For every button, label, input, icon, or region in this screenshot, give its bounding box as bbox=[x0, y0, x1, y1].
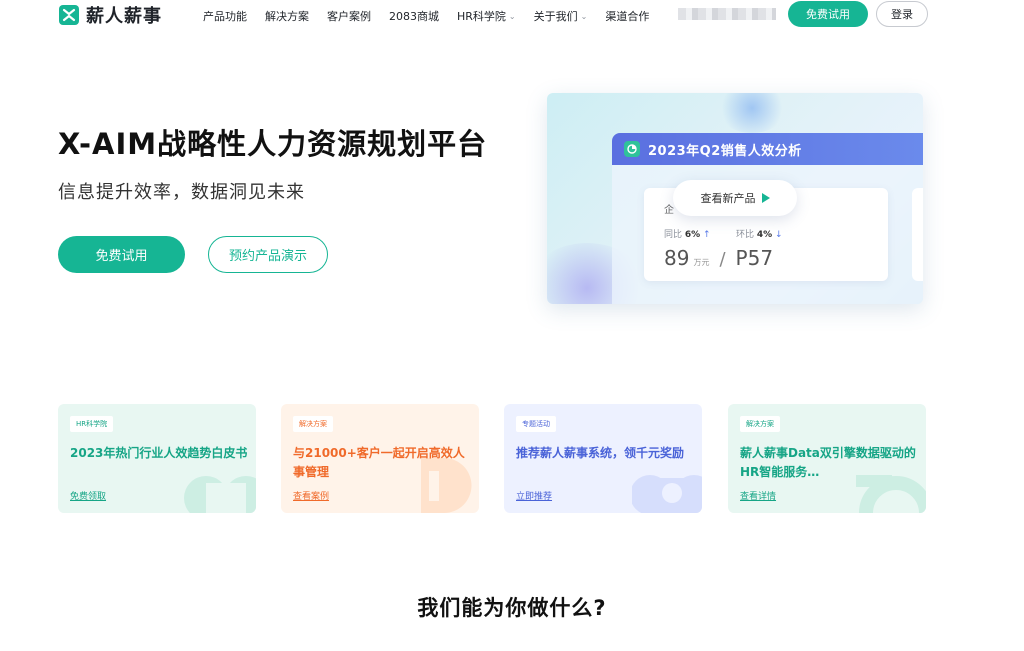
hero-title: X-AIM战略性人力资源规划平台 bbox=[58, 127, 488, 161]
view-new-product-label: 查看新产品 bbox=[700, 192, 756, 205]
nav-item-about[interactable]: 关于我们 ⌄ bbox=[534, 8, 588, 24]
nav-item-academy[interactable]: HR科学院 ⌄ bbox=[457, 8, 516, 24]
top-nav: 薪人薪事 产品功能 解决方案 客户案例 2083商城 HR科学院 ⌄ 关于我们 ⌄ … bbox=[0, 0, 1024, 30]
mom-value: 4% bbox=[756, 230, 773, 240]
card-tag: HR科学院 bbox=[70, 416, 114, 432]
nav-item-label: 产品功能 bbox=[203, 10, 247, 23]
card-tag: 解决方案 bbox=[740, 416, 780, 432]
nav-item-label: 2083商城 bbox=[389, 10, 439, 23]
card-tag: 专题活动 bbox=[516, 416, 556, 432]
login-button[interactable]: 登录 bbox=[876, 1, 928, 27]
book-demo-button[interactable]: 预约产品演示 bbox=[208, 236, 328, 273]
nav-item-label: HR科学院 bbox=[457, 10, 506, 23]
arrow-down-icon: ↓ bbox=[775, 230, 783, 240]
brand-logo[interactable]: 薪人薪事 bbox=[58, 2, 162, 28]
card-title: 推荐薪人薪事系统，领千元奖励 bbox=[516, 446, 685, 460]
analysis-panel-header: 2023年Q2销售人效分析 bbox=[612, 133, 923, 165]
view-new-product-button[interactable]: 查看新产品 bbox=[673, 180, 797, 216]
mom-stat: 环比 4% ↓ bbox=[736, 227, 783, 240]
card-link[interactable]: 查看案例 bbox=[293, 489, 329, 502]
card-link[interactable]: 查看详情 bbox=[740, 489, 776, 502]
yoy-label: 同比 bbox=[664, 230, 683, 240]
blurred-contact bbox=[678, 8, 776, 20]
promo-card-data-engine[interactable]: 解决方案 薪人薪事Data双引擎数据驱动的HR智能服务… 查看详情 bbox=[728, 404, 926, 513]
stat-secondary-value: P57 bbox=[735, 246, 774, 270]
promo-card-whitepaper[interactable]: HR科学院 2023年热门行业人效趋势白皮书 免费领取 bbox=[58, 404, 256, 513]
card-tag: 解决方案 bbox=[293, 416, 333, 432]
section-title: 我们能为你做什么? bbox=[417, 596, 607, 620]
card-title: 与21000+客户一起开启高效人事管理 bbox=[293, 446, 465, 479]
nav-item-cases[interactable]: 客户案例 bbox=[327, 8, 371, 24]
nav-item-partners[interactable]: 渠道合作 bbox=[605, 8, 649, 24]
hero-visual: 2023年Q2销售人效分析 企 同比 6% ↑ 环比 4% ↓ 89 万元 / … bbox=[547, 93, 923, 304]
nav-item-label: 客户案例 bbox=[327, 10, 371, 23]
stat-label: 企 bbox=[664, 205, 674, 216]
chevron-down-icon: ⌄ bbox=[580, 11, 588, 21]
card-link[interactable]: 免费领取 bbox=[70, 489, 106, 502]
hero-free-trial-button[interactable]: 免费试用 bbox=[58, 236, 185, 273]
promo-card-cases[interactable]: 解决方案 与21000+客户一起开启高效人事管理 查看案例 bbox=[281, 404, 479, 513]
arrow-up-icon: ↑ bbox=[703, 230, 711, 240]
main-menu: 产品功能 解决方案 客户案例 2083商城 HR科学院 ⌄ 关于我们 ⌄ 渠道合作 bbox=[203, 8, 649, 24]
card-title: 薪人薪事Data双引擎数据驱动的HR智能服务… bbox=[740, 446, 916, 479]
analysis-panel-title: 2023年Q2销售人效分析 bbox=[648, 143, 802, 159]
stat-main-value: 89 bbox=[664, 246, 690, 270]
yoy-value: 6% bbox=[684, 230, 701, 240]
stat-main: 89 万元 / P57 bbox=[664, 246, 773, 270]
decor-glow bbox=[717, 93, 787, 133]
yoy-stat: 同比 6% ↑ bbox=[664, 227, 711, 240]
promo-card-referral[interactable]: 专题活动 推荐薪人薪事系统，领千元奖励 立即推荐 bbox=[504, 404, 702, 513]
free-trial-button[interactable]: 免费试用 bbox=[788, 1, 868, 27]
nav-item-products[interactable]: 产品功能 bbox=[203, 8, 247, 24]
stat-separator: / bbox=[719, 249, 726, 270]
nav-item-mall[interactable]: 2083商城 bbox=[389, 8, 439, 24]
nav-item-label: 解决方案 bbox=[265, 10, 309, 23]
nav-item-label: 关于我们 bbox=[533, 10, 578, 23]
hero-subtitle: 信息提升效率，数据洞见未来 bbox=[58, 182, 305, 203]
card-title: 2023年热门行业人效趋势白皮书 bbox=[70, 446, 248, 460]
mom-label: 环比 bbox=[736, 230, 755, 240]
pie-chart-icon bbox=[624, 141, 640, 157]
stat-main-unit: 万元 bbox=[693, 258, 710, 267]
nav-item-label: 渠道合作 bbox=[605, 10, 650, 23]
chevron-down-icon: ⌄ bbox=[508, 11, 516, 21]
nav-item-solutions[interactable]: 解决方案 bbox=[265, 8, 309, 24]
card-link[interactable]: 立即推荐 bbox=[516, 489, 552, 502]
stat-card-partial bbox=[912, 188, 923, 281]
play-icon bbox=[761, 193, 770, 203]
brand-name: 薪人薪事 bbox=[86, 6, 162, 27]
brand-logo-icon bbox=[59, 5, 79, 25]
